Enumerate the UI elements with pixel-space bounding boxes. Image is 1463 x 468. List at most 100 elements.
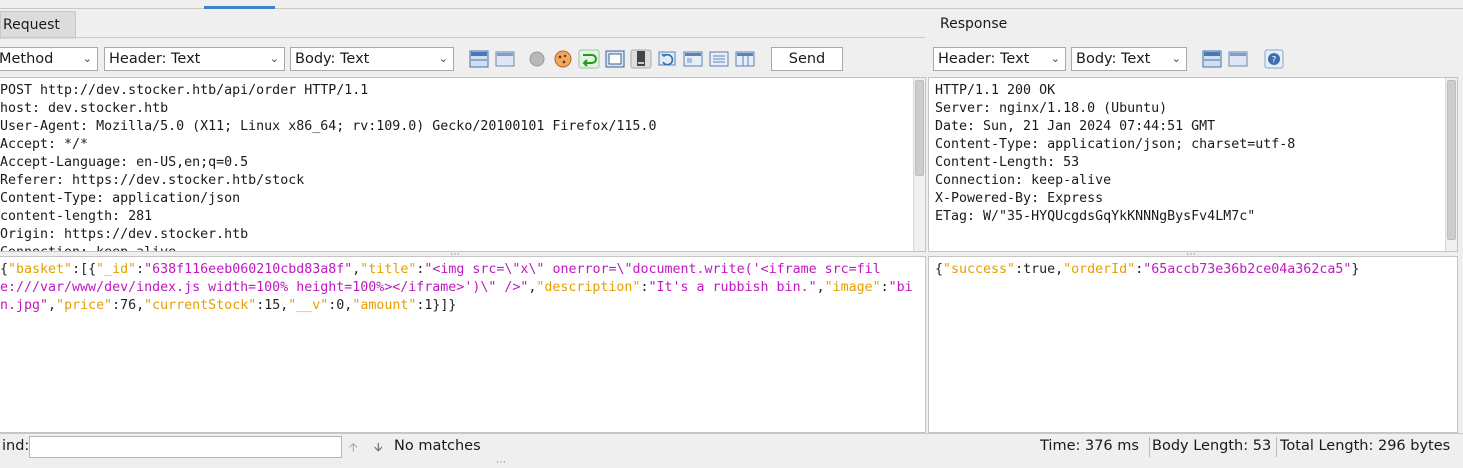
find-input[interactable] — [29, 436, 342, 458]
chevron-down-icon: ⌄ — [82, 52, 92, 65]
json-punctuation: :[{ — [72, 262, 97, 277]
response-body-pane[interactable]: {"success":true,"orderId":"65accb73e36b2… — [928, 256, 1458, 433]
columns-icon — [735, 51, 755, 67]
scrollbar-thumb[interactable] — [915, 80, 924, 176]
response-body-mode-label: Body: Text — [1076, 51, 1151, 67]
json-punctuation: } — [1351, 262, 1360, 277]
response-header-scrollbar[interactable] — [1445, 78, 1457, 251]
json-string: "It's a rubbish bin." — [648, 280, 817, 295]
break-indicator-button[interactable] — [526, 48, 548, 70]
help-icon: ? — [1264, 49, 1284, 69]
status-divider — [1149, 437, 1150, 457]
panel-horizontal-icon — [1202, 50, 1222, 68]
response-body-mode-select[interactable]: Body: Text ⌄ — [1071, 47, 1187, 71]
method-select[interactable]: Method ⌄ — [0, 47, 98, 71]
refresh-icon — [658, 51, 676, 66]
response-layout-side-by-side-button[interactable] — [1227, 48, 1249, 70]
request-header-text[interactable]: POST http://dev.stocker.htb/api/order HT… — [0, 82, 656, 251]
json-key: "image" — [824, 280, 881, 295]
find-previous-icon[interactable]: 🡩 — [349, 438, 358, 459]
splitter-grip-icon[interactable]: ⋯ — [496, 457, 507, 468]
json-key: "success" — [943, 262, 1016, 277]
request-header-line: Connection: keep-alive — [0, 244, 656, 251]
layout-top-bottom-button[interactable] — [468, 48, 490, 70]
window-icon — [683, 51, 703, 67]
json-string: "65accb73e36b2ce04a362ca5" — [1143, 262, 1352, 277]
response-layout-top-bottom-button[interactable] — [1201, 48, 1223, 70]
request-body-text[interactable]: {"basket":[{"_id":"638f116eeb060210cbd83… — [0, 261, 916, 315]
response-header-text[interactable]: HTTP/1.1 200 OK Server: nginx/1.18.0 (Ubu… — [935, 82, 1295, 226]
request-header-scrollbar[interactable] — [913, 78, 925, 251]
request-body-mode-select[interactable]: Body: Text ⌄ — [290, 47, 454, 71]
split-view-button[interactable] — [734, 48, 756, 70]
request-header-line: Content-Type: application/json — [0, 191, 241, 206]
device-button[interactable] — [630, 48, 652, 70]
json-key: "currentStock" — [144, 298, 257, 313]
json-punctuation: , — [816, 280, 825, 295]
response-body-text[interactable]: {"success":true,"orderId":"65accb73e36b2… — [935, 261, 1445, 279]
refresh-button[interactable] — [656, 48, 678, 70]
response-header-pane[interactable]: HTTP/1.1 200 OK Server: nginx/1.18.0 (Ubu… — [928, 77, 1458, 252]
response-header-line: Date: Sun, 21 Jan 2024 07:44:51 GMT — [935, 119, 1216, 134]
json-key: "_id" — [96, 262, 137, 277]
tab-request[interactable]: Request — [0, 11, 76, 39]
json-key: "description" — [536, 280, 641, 295]
json-punctuation: { — [935, 262, 944, 277]
response-header-line: Connection: keep-alive — [935, 173, 1112, 188]
request-header-pane[interactable]: POST http://dev.stocker.htb/api/order HT… — [0, 77, 926, 252]
panel-vertical-icon — [495, 51, 515, 67]
wrap-arrow-icon — [578, 49, 600, 69]
json-key: "basket" — [8, 262, 73, 277]
json-punctuation: { — [0, 262, 9, 277]
chevron-down-icon: ⌄ — [269, 52, 279, 65]
find-label: ind: — [2, 438, 30, 454]
request-body-pane[interactable]: {"basket":[{"_id":"638f116eeb060210cbd83… — [0, 256, 926, 433]
response-header-mode-select[interactable]: Header: Text ⌄ — [933, 47, 1066, 71]
scrollbar-thumb[interactable] — [1447, 80, 1456, 240]
request-header-line: Origin: https://dev.stocker.htb — [0, 227, 249, 242]
request-header-line: POST http://dev.stocker.htb/api/order HT… — [0, 83, 369, 98]
svg-text:?: ? — [1272, 56, 1277, 66]
request-header-line: host: dev.stocker.htb — [0, 101, 169, 116]
cookies-button[interactable] — [552, 48, 574, 70]
list-icon — [709, 51, 729, 67]
wrap-text-button[interactable] — [578, 48, 600, 70]
window-button[interactable] — [682, 48, 704, 70]
send-button[interactable]: Send — [771, 47, 843, 71]
help-button[interactable]: ? — [1263, 48, 1285, 70]
response-header-line: Content-Type: application/json; charset=… — [935, 137, 1296, 152]
json-string: "638f116eeb060210cbd83a8f" — [144, 262, 353, 277]
json-punctuation: : — [136, 262, 145, 277]
total-length: Total Length: 296 bytes — [1280, 438, 1451, 454]
find-next-icon[interactable]: 🡫 — [374, 438, 383, 459]
json-punctuation: , — [48, 298, 57, 313]
panel-horizontal-icon — [469, 50, 489, 68]
fit-to-screen-button[interactable] — [604, 48, 626, 70]
tab-divider — [0, 37, 925, 38]
status-divider — [1276, 437, 1277, 457]
request-header-line: Referer: https://dev.stocker.htb/stock — [0, 173, 305, 188]
response-header-line: X-Powered-By: Express — [935, 191, 1104, 206]
tab-response[interactable]: Response — [932, 11, 1457, 38]
response-time: Time: 376 ms — [1040, 438, 1139, 454]
json-key: "amount" — [352, 298, 417, 313]
body-length: Body Length: 53 — [1152, 438, 1272, 454]
request-header-mode-select[interactable]: Header: Text ⌄ — [104, 47, 285, 71]
response-header-line: Content-Length: 53 — [935, 155, 1080, 170]
request-body-mode-label: Body: Text — [295, 51, 370, 67]
list-view-button[interactable] — [708, 48, 730, 70]
request-header-line: content-length: 281 — [0, 209, 153, 224]
layout-side-by-side-button[interactable] — [494, 48, 516, 70]
request-header-line: Accept: */* — [0, 137, 89, 152]
json-punctuation: : — [1135, 262, 1144, 277]
request-header-line: Accept-Language: en-US,en;q=0.5 — [0, 155, 249, 170]
json-key: "price" — [56, 298, 113, 313]
json-punctuation: : — [880, 280, 889, 295]
json-punctuation: :1}]} — [416, 298, 457, 313]
chevron-down-icon: ⌄ — [1050, 52, 1060, 65]
chevron-down-icon: ⌄ — [438, 52, 448, 65]
response-header-line: Server: nginx/1.18.0 (Ubuntu) — [935, 101, 1168, 116]
json-punctuation: :true, — [1015, 262, 1064, 277]
frame-icon — [605, 50, 625, 68]
json-punctuation: :15, — [256, 298, 289, 313]
